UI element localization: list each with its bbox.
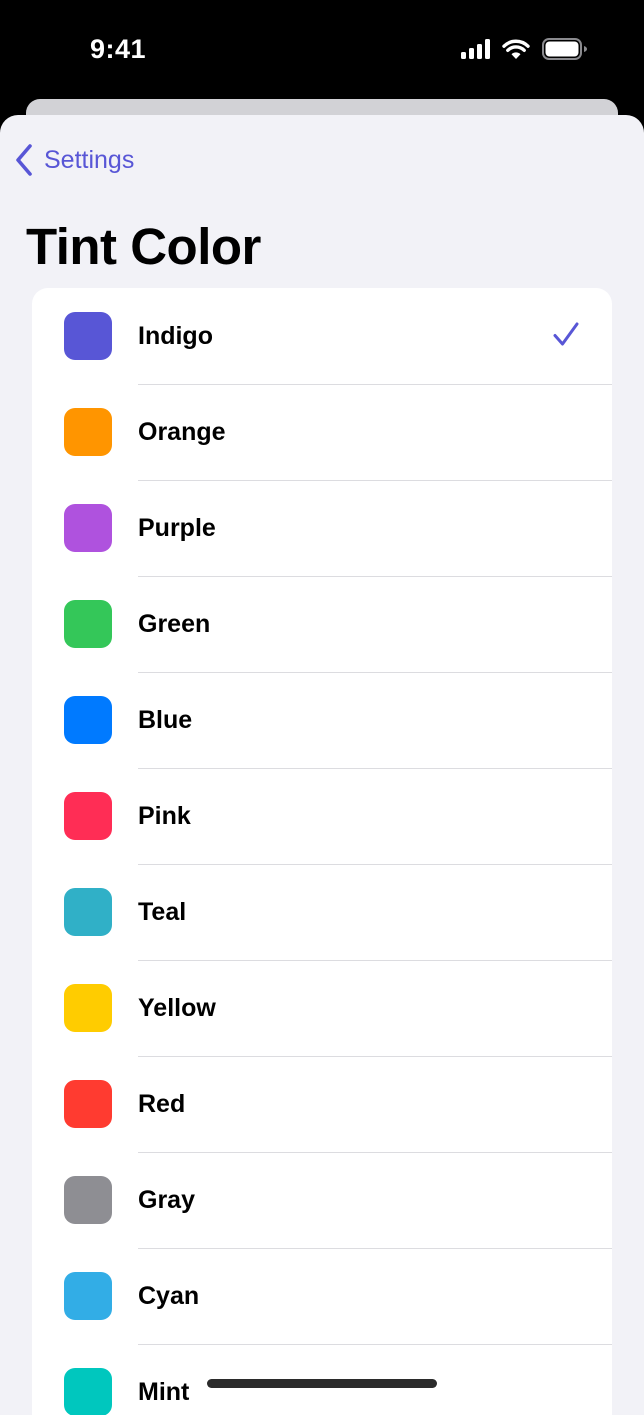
color-option-gray[interactable]: Gray [32, 1152, 612, 1248]
color-swatch [64, 792, 112, 840]
color-option-label: Mint [138, 1378, 190, 1406]
back-button[interactable]: Settings [14, 143, 134, 177]
color-option-label: Blue [138, 706, 193, 734]
back-button-label: Settings [44, 145, 135, 174]
color-option-label: Red [138, 1090, 186, 1118]
color-option-green[interactable]: Green [32, 576, 612, 672]
page-title: Tint Color [26, 218, 261, 275]
color-option-orange[interactable]: Orange [32, 384, 612, 480]
color-swatch [64, 888, 112, 936]
home-indicator [207, 1379, 437, 1388]
checkmark-icon [553, 322, 579, 346]
color-option-label: Pink [138, 802, 191, 830]
color-option-purple[interactable]: Purple [32, 480, 612, 576]
color-option-red[interactable]: Red [32, 1056, 612, 1152]
color-option-yellow[interactable]: Yellow [32, 960, 612, 1056]
color-option-cyan[interactable]: Cyan [32, 1248, 612, 1344]
color-option-blue[interactable]: Blue [32, 672, 612, 768]
color-swatch [64, 504, 112, 552]
status-time: 9:41 [90, 34, 147, 64]
status-bar: 9:41 [0, 0, 644, 100]
battery-icon [542, 38, 587, 60]
color-option-teal[interactable]: Teal [32, 864, 612, 960]
color-swatch [64, 696, 112, 744]
color-swatch [64, 1368, 112, 1415]
color-option-label: Cyan [138, 1282, 200, 1310]
color-option-pink[interactable]: Pink [32, 768, 612, 864]
color-option-label: Green [138, 610, 211, 638]
cellular-signal-icon [461, 39, 490, 59]
color-option-label: Yellow [138, 994, 216, 1022]
chevron-left-icon [16, 144, 32, 176]
color-option-label: Purple [138, 514, 216, 542]
sheet: Settings Tint Color Indigo Orange Purple Gr… [0, 115, 644, 1415]
color-swatch [64, 1176, 112, 1224]
wifi-icon [502, 39, 530, 59]
color-swatch [64, 1272, 112, 1320]
color-swatch [64, 984, 112, 1032]
color-option-label: Orange [138, 418, 226, 446]
color-option-indigo[interactable]: Indigo [32, 288, 612, 384]
color-option-label: Gray [138, 1186, 195, 1214]
color-swatch [64, 312, 112, 360]
tint-color-list: Indigo Orange Purple Green Blue Pink Teal Yello… [32, 288, 612, 1415]
color-swatch [64, 408, 112, 456]
color-swatch [64, 600, 112, 648]
color-option-label: Teal [138, 898, 187, 926]
status-icons [461, 38, 588, 60]
color-swatch [64, 1080, 112, 1128]
color-option-label: Indigo [138, 322, 213, 350]
